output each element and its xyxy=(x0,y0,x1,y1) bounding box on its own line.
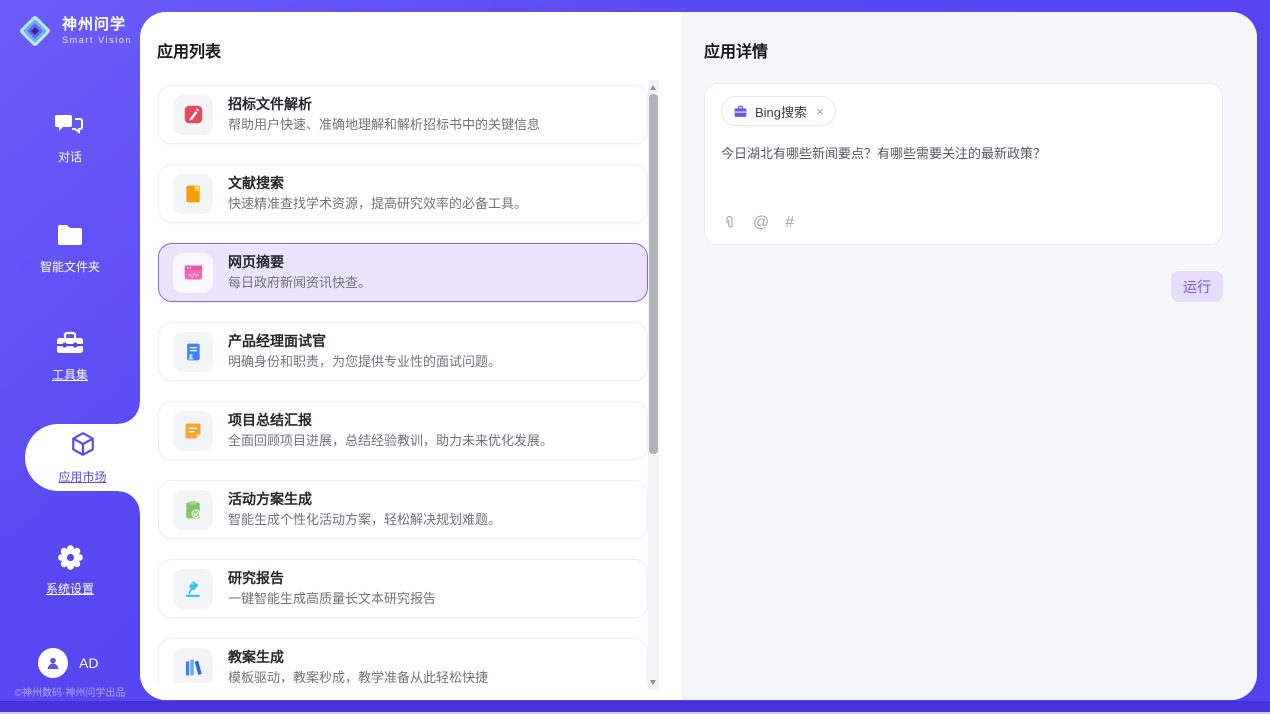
app-card-pm-interviewer[interactable]: 产品经理面试官 明确身份和职责，为您提供专业性的面试问题。 xyxy=(158,322,648,381)
sidebar-item-chat[interactable]: 对话 xyxy=(0,111,140,165)
brand-name: 神州问学 xyxy=(62,17,132,34)
tool-tag-bing-search[interactable]: Bing搜索 × xyxy=(721,96,836,126)
scrollbar-thumb[interactable] xyxy=(649,94,658,454)
mention-icon[interactable]: @ xyxy=(753,215,769,231)
sidebar-item-app-market[interactable]: 应用市场 xyxy=(25,424,140,491)
app-desc: 快速精准查找学术资源，提高研究效率的必备工具。 xyxy=(228,197,527,212)
microscope-icon xyxy=(173,569,213,609)
svg-text:</>: </> xyxy=(188,273,199,279)
bottom-bar xyxy=(0,701,1270,714)
sidebar-item-label: 对话 xyxy=(0,148,140,165)
pen-icon xyxy=(173,95,213,135)
app-window: 神州问学 Smart Vision 对话 智能文件夹 xyxy=(0,0,1270,714)
sidebar-item-smart-folder[interactable]: 智能文件夹 xyxy=(0,221,140,275)
app-card-bid-parsing[interactable]: 招标文件解析 帮助用户快速、准确地理解和解析招标书中的关键信息 xyxy=(158,85,648,144)
run-button[interactable]: 运行 xyxy=(1171,271,1223,302)
app-desc: 每日政府新闻资讯快查。 xyxy=(228,276,371,291)
composer-toolbar: @ # xyxy=(722,214,794,231)
app-title: 产品经理面试官 xyxy=(228,334,501,348)
app-card-project-summary[interactable]: 项目总结汇报 全面回顾项目进展，总结经验教训，助力未来优化发展。 xyxy=(158,401,648,460)
diamond-logo-icon xyxy=(16,12,54,50)
sidebar: 神州问学 Smart Vision 对话 智能文件夹 xyxy=(0,0,140,714)
books-icon xyxy=(173,648,213,684)
app-desc: 模板驱动，教案秒成，教学准备从此轻松快捷 xyxy=(228,671,488,683)
app-title: 教案生成 xyxy=(228,650,488,664)
cube-icon xyxy=(70,431,96,462)
clipboard-check-icon xyxy=(173,490,213,530)
sidebar-item-toolset[interactable]: 工具集 xyxy=(0,329,140,383)
app-desc: 明确身份和职责，为您提供专业性的面试问题。 xyxy=(228,355,501,370)
app-title: 研究报告 xyxy=(228,571,436,585)
user-name: AD xyxy=(79,655,98,671)
resume-icon xyxy=(173,332,213,372)
app-title: 项目总结汇报 xyxy=(228,413,553,427)
gear-icon xyxy=(0,543,140,571)
app-card-literature-search[interactable]: 文献搜索 快速精准查找学术资源，提高研究效率的必备工具。 xyxy=(158,164,648,223)
briefcase-icon xyxy=(733,104,748,119)
toolbox-icon xyxy=(0,329,140,357)
avatar xyxy=(38,648,68,678)
app-title: 活动方案生成 xyxy=(228,492,501,506)
prompt-composer: Bing搜索 × 今日湖北有哪些新闻要点？有哪些需要关注的最新政策？ @ # xyxy=(704,83,1223,245)
browser-icon: </> xyxy=(173,253,213,293)
app-title: 文献搜索 xyxy=(228,176,527,190)
main-content: 应用列表 招标文件解析 帮助用户快速、准确地理解和解析招标书中的关键信息 xyxy=(140,12,1257,700)
app-card-research-report[interactable]: 研究报告 一键智能生成高质量长文本研究报告 xyxy=(158,559,648,618)
note-icon xyxy=(173,411,213,451)
prompt-input[interactable]: 今日湖北有哪些新闻要点？有哪些需要关注的最新政策？ xyxy=(721,143,1206,162)
close-icon[interactable]: × xyxy=(816,104,824,119)
app-card-lesson-plan[interactable]: 教案生成 模板驱动，教案秒成，教学准备从此轻松快捷 xyxy=(158,638,648,683)
paperclip-icon[interactable] xyxy=(722,214,737,231)
sidebar-item-label: 工具集 xyxy=(0,366,140,383)
app-desc: 全面回顾项目进展，总结经验教训，助力未来优化发展。 xyxy=(228,434,553,449)
app-detail-title: 应用详情 xyxy=(704,38,768,62)
brand-text: 神州问学 Smart Vision xyxy=(62,17,132,46)
sidebar-item-label: 系统设置 xyxy=(0,580,140,597)
sidebar-item-label: 智能文件夹 xyxy=(0,258,140,275)
tool-tag-label: Bing搜索 xyxy=(755,102,807,121)
app-desc: 智能生成个性化活动方案，轻松解决规划难题。 xyxy=(228,513,501,528)
chat-icon xyxy=(0,111,140,139)
sidebar-item-settings[interactable]: 系统设置 xyxy=(0,543,140,597)
app-title: 网页摘要 xyxy=(228,255,371,269)
app-card-list: 招标文件解析 帮助用户快速、准确地理解和解析招标书中的关键信息 文献搜索 快速精… xyxy=(158,85,650,683)
list-scrollbar[interactable] xyxy=(648,80,659,690)
brand-tagline: Smart Vision xyxy=(62,35,132,45)
app-title: 招标文件解析 xyxy=(228,97,540,111)
app-card-web-summary[interactable]: </> 网页摘要 每日政府新闻资讯快查。 xyxy=(158,243,648,302)
app-card-event-plan[interactable]: 活动方案生成 智能生成个性化活动方案，轻松解决规划难题。 xyxy=(158,480,648,539)
sidebar-item-label: 应用市场 xyxy=(58,468,106,485)
folder-icon xyxy=(0,221,140,249)
app-detail-panel: 应用详情 Bing搜索 × 今日湖北有哪些新闻要点？有哪些需要关注的最新政策？ xyxy=(683,12,1257,700)
scroll-down-icon[interactable] xyxy=(650,680,656,685)
person-icon xyxy=(45,655,61,671)
app-desc: 帮助用户快速、准确地理解和解析招标书中的关键信息 xyxy=(228,118,540,133)
brand-logo[interactable]: 神州问学 Smart Vision xyxy=(16,12,132,50)
hashtag-icon[interactable]: # xyxy=(785,215,794,231)
scroll-up-icon[interactable] xyxy=(650,85,656,90)
user-account[interactable]: AD xyxy=(38,648,98,678)
app-list-title: 应用列表 xyxy=(157,38,221,62)
app-desc: 一键智能生成高质量长文本研究报告 xyxy=(228,592,436,607)
app-list-panel: 应用列表 招标文件解析 帮助用户快速、准确地理解和解析招标书中的关键信息 xyxy=(140,12,683,700)
sidebar-footer: ©神州数码·神州问学出品 xyxy=(0,684,140,699)
book-icon xyxy=(173,174,213,214)
